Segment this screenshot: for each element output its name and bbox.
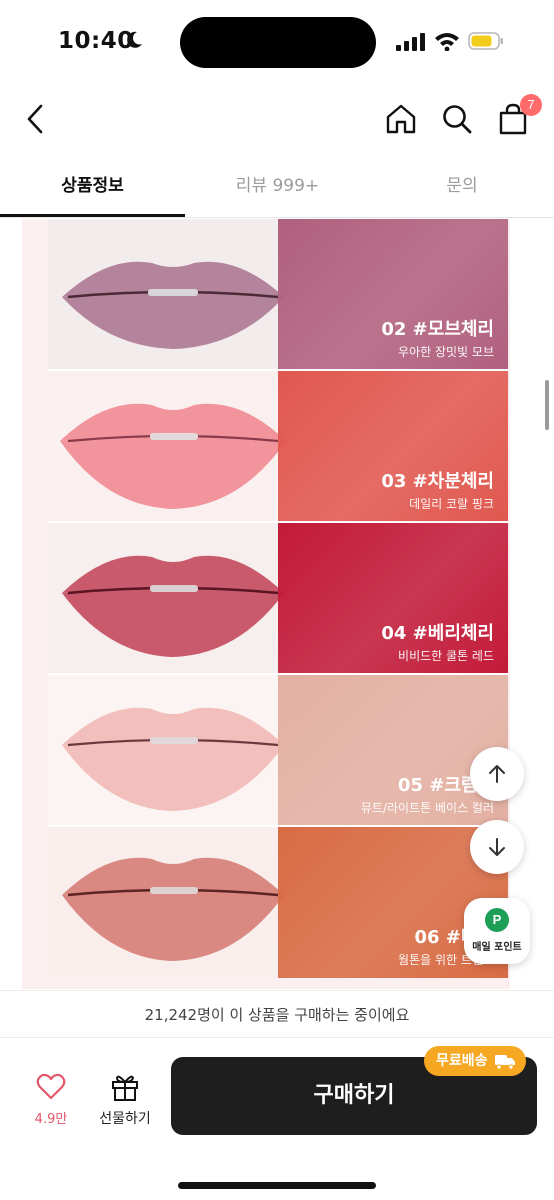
shade-row: 05 #크림체 뮤트/라이트톤 베이스 컬러 <box>22 675 510 826</box>
color-swatch: 02 #모브체리 우아한 장밋빛 모브 <box>278 219 508 370</box>
search-icon <box>443 105 472 134</box>
shade-name: 03 #차분체리 <box>381 471 494 492</box>
lower-lip <box>60 437 286 509</box>
top-navigation <box>0 88 554 150</box>
active-tab-indicator <box>0 214 185 217</box>
back-button[interactable] <box>12 96 58 142</box>
product-detail-image: 02 #모브체리 우아한 장밋빛 모브 03 #차분체리 데일리 코랄 핑크 0… <box>22 219 510 989</box>
scroll-up-button[interactable] <box>470 747 524 801</box>
search-button[interactable] <box>434 96 480 142</box>
arrow-up-icon <box>489 765 505 783</box>
scroll-down-button[interactable] <box>470 820 524 874</box>
shade-description: 뮤트/라이트톤 베이스 컬러 <box>360 801 494 815</box>
shade-description: 데일리 코랄 핑크 <box>409 497 494 511</box>
page-scrollbar[interactable] <box>545 380 549 430</box>
like-count: 4.9만 <box>34 1112 68 1127</box>
tab-product-info[interactable]: 상품정보 <box>0 160 185 216</box>
buyers-count-banner: 21,242명이 이 상품을 구매하는 중이에요 <box>0 990 554 1038</box>
arrow-down-icon <box>489 838 505 856</box>
dynamic-island <box>180 17 376 68</box>
lip-photo <box>48 827 298 978</box>
shade-name: 02 #모브체리 <box>381 319 494 340</box>
moon-icon <box>127 31 142 48</box>
like-button[interactable]: 4.9만 <box>24 1072 78 1128</box>
points-icon: P <box>485 908 509 932</box>
truck-icon <box>494 1055 515 1070</box>
lower-lip <box>62 293 284 349</box>
home-button[interactable] <box>378 96 424 142</box>
lower-lip <box>62 589 284 657</box>
status-bar: 10:40 <box>0 0 554 82</box>
daily-points-button[interactable]: P 매일 포인트 <box>464 898 530 964</box>
home-icon <box>386 104 416 134</box>
product-tabs: 상품정보 리뷰 999+ 문의 <box>0 160 554 218</box>
wifi-icon <box>435 33 459 51</box>
lower-lip <box>62 741 284 811</box>
shade-row: 04 #베리체리 비비드한 쿨톤 레드 <box>22 523 510 674</box>
cart-count-badge: 7 <box>520 94 542 116</box>
shade-row: 03 #차분체리 데일리 코랄 핑크 <box>22 371 510 522</box>
color-swatch: 05 #크림체 뮤트/라이트톤 베이스 컬러 <box>278 675 508 826</box>
color-swatch: 03 #차분체리 데일리 코랄 핑크 <box>278 371 508 522</box>
lower-lip <box>62 891 284 961</box>
status-time: 10:40 <box>58 28 134 54</box>
shade-row: 06 #버터 웜톤을 위한 트렌드 <box>22 827 510 978</box>
free-shipping-label: 무료배송 <box>436 1053 488 1069</box>
heart-icon <box>36 1073 66 1100</box>
shade-row: 02 #모브체리 우아한 장밋빛 모브 <box>22 219 510 370</box>
shade-description: 비비드한 쿨톤 레드 <box>398 649 494 663</box>
color-swatch: 04 #베리체리 비비드한 쿨톤 레드 <box>278 523 508 674</box>
lip-photo <box>48 523 298 674</box>
shade-description: 우아한 장밋빛 모브 <box>398 345 494 359</box>
gift-label: 선물하기 <box>99 1111 151 1127</box>
tab-reviews[interactable]: 리뷰 999+ <box>185 160 370 216</box>
points-label: 매일 포인트 <box>472 942 522 953</box>
lip-photo <box>48 371 298 522</box>
battery-icon <box>468 32 503 50</box>
tab-inquiry[interactable]: 문의 <box>370 160 554 216</box>
free-shipping-badge: 무료배송 <box>424 1046 526 1076</box>
lip-photo <box>48 675 298 826</box>
home-indicator <box>178 1182 376 1189</box>
gift-icon <box>112 1075 138 1101</box>
chevron-left-icon <box>27 104 43 134</box>
signal-icon <box>396 33 425 51</box>
gift-button[interactable]: 선물하기 <box>90 1072 160 1128</box>
shade-name: 04 #베리체리 <box>381 623 494 644</box>
lip-photo <box>48 219 298 370</box>
